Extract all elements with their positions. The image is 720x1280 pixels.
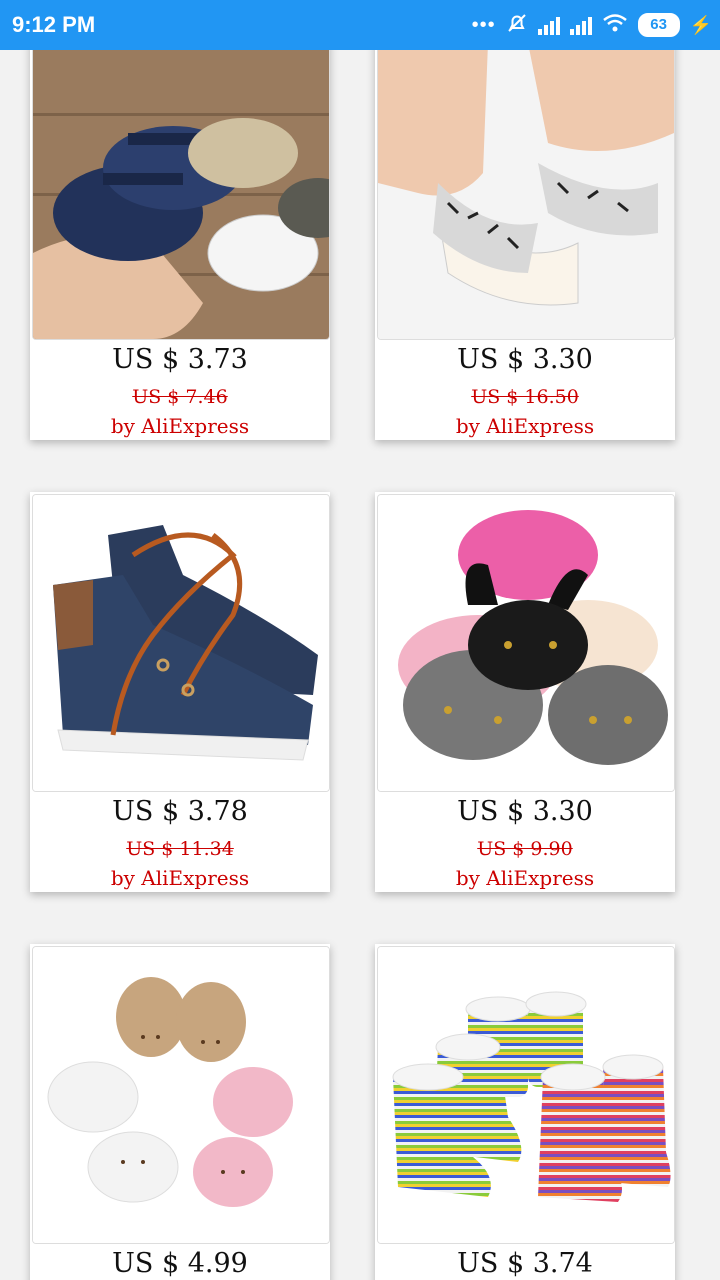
product-card[interactable]: US $ 3.30 US $ 16.50 by AliExpress	[375, 50, 675, 440]
product-price: US $ 3.30	[457, 796, 593, 827]
battery-icon: 63	[637, 13, 680, 37]
product-image-bunny-shoes[interactable]	[377, 494, 675, 792]
product-image-sandals[interactable]	[32, 50, 330, 340]
original-price: US $ 9.90	[477, 838, 573, 860]
cat-slippers-image	[33, 947, 329, 1243]
original-price: US $ 7.46	[132, 386, 228, 408]
original-price: US $ 11.34	[126, 838, 234, 860]
status-bar: 9:12 PM ••• 63 ⚡	[0, 0, 720, 50]
product-card[interactable]: US $ 3.30 US $ 9.90 by AliExpress	[375, 492, 675, 892]
navy-sneakers-image	[33, 495, 329, 791]
status-time: 9:12 PM	[12, 12, 96, 37]
product-price: US $ 3.74	[457, 1248, 593, 1279]
status-icons: ••• 63 ⚡	[472, 12, 712, 38]
product-image-striped-boots[interactable]	[377, 946, 675, 1244]
original-price: US $ 16.50	[471, 386, 579, 408]
product-card[interactable]: US $ 3.78 US $ 11.34 by AliExpress	[30, 492, 330, 892]
more-notifications-icon: •••	[471, 14, 496, 36]
signal-icon	[537, 15, 560, 35]
signal-2-icon	[569, 15, 592, 35]
product-card[interactable]: US $ 3.74	[375, 944, 675, 1280]
product-feed[interactable]: US $ 3.73 US $ 7.46 by AliExpress US $ 3…	[0, 50, 720, 1280]
patterned-sandals-image	[378, 50, 674, 339]
seller-label: by AliExpress	[455, 866, 595, 890]
product-card[interactable]: US $ 4.99	[30, 944, 330, 1280]
seller-label: by AliExpress	[110, 866, 250, 890]
product-image-cat-slippers[interactable]	[32, 946, 330, 1244]
product-price: US $ 4.99	[112, 1248, 248, 1279]
product-price: US $ 3.73	[112, 344, 248, 375]
seller-label: by AliExpress	[110, 414, 250, 438]
wifi-icon	[602, 12, 628, 39]
product-price: US $ 3.30	[457, 344, 593, 375]
muted-bell-icon	[506, 12, 528, 39]
striped-boots-image	[378, 947, 674, 1243]
navy-sandals-image	[33, 50, 329, 339]
charging-icon: ⚡	[689, 15, 712, 35]
product-image-sneakers[interactable]	[32, 494, 330, 792]
product-price: US $ 3.78	[112, 796, 248, 827]
seller-label: by AliExpress	[455, 414, 595, 438]
product-image-sandals-feet[interactable]	[377, 50, 675, 340]
product-card[interactable]: US $ 3.73 US $ 7.46 by AliExpress	[30, 50, 330, 440]
bunny-shoes-image	[378, 495, 674, 791]
